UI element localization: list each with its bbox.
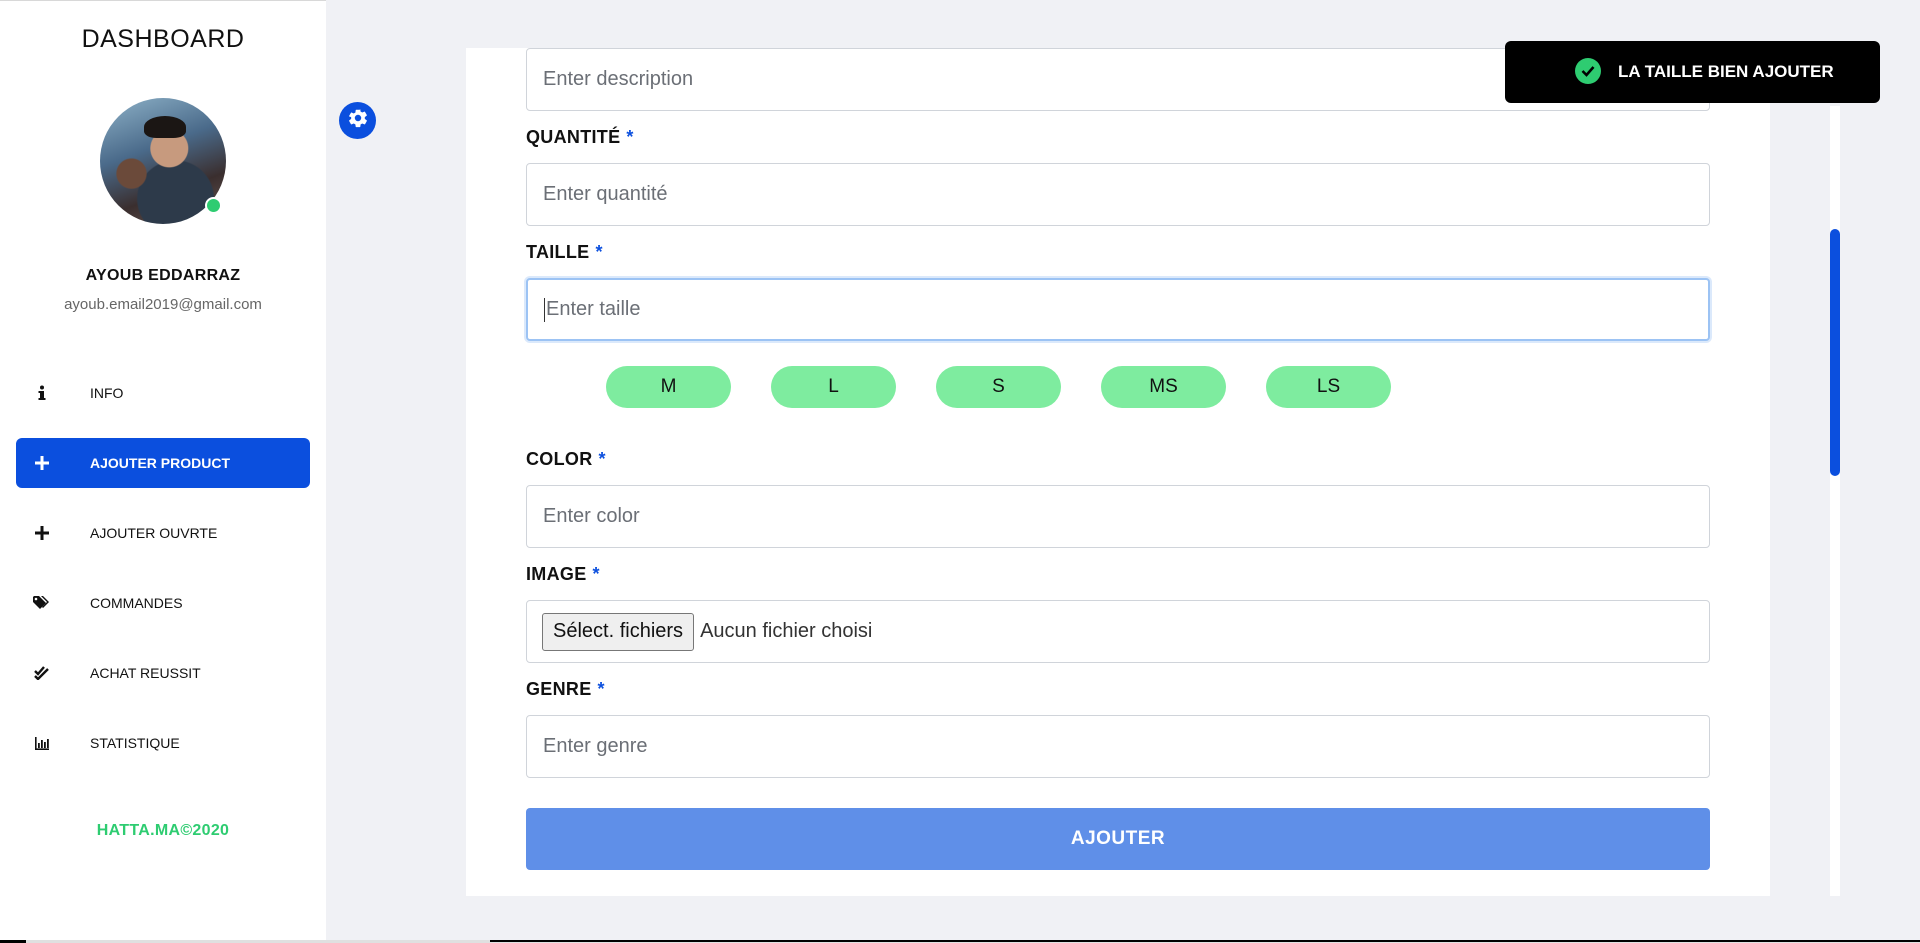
size-chip-l[interactable]: L — [771, 366, 896, 408]
required-mark: * — [598, 448, 606, 469]
size-chip-m[interactable]: M — [606, 366, 731, 408]
size-chips: M L S MS LS — [526, 341, 1710, 433]
required-mark: * — [592, 563, 600, 584]
scrollbar-track[interactable] — [1830, 106, 1840, 896]
sidebar: DASHBOARD AYOUB EDDARRAZ ayoub.email2019… — [0, 0, 326, 943]
taille-label: TAILLE * — [526, 241, 603, 262]
user-email: ayoub.email2019@gmail.com — [64, 296, 262, 313]
user-name: AYOUB EDDARRAZ — [85, 267, 241, 284]
gear-icon — [347, 107, 369, 134]
product-form: Enter description QUANTITÉ * Enter quanti… — [526, 48, 1710, 870]
taille-placeholder: Enter taille — [546, 298, 641, 320]
select-files-button[interactable]: Sélect. fichiers — [542, 612, 695, 651]
size-chip-ms[interactable]: MS — [1101, 366, 1226, 408]
toast-message: LA TAILLE BIEN AJOUTER — [1618, 62, 1834, 81]
required-mark: * — [597, 678, 605, 699]
avatar — [100, 98, 226, 224]
size-chip-ls[interactable]: LS — [1266, 366, 1391, 408]
image-file-input: Sélect. fichiers Aucun fichier choisi — [526, 600, 1710, 663]
description-placeholder: Enter description — [543, 68, 694, 90]
sidebar-item-commandes[interactable]: COMMANDES — [16, 578, 310, 628]
genre-label: GENRE * — [526, 678, 605, 699]
sidebar-item-label: COMMANDES — [90, 595, 183, 611]
file-status: Aucun fichier choisi — [700, 620, 873, 642]
image-label: IMAGE * — [526, 563, 600, 584]
tags-icon — [32, 596, 52, 610]
ajouter-button[interactable]: AJOUTER — [526, 808, 1710, 870]
quantite-input[interactable]: Enter quantité — [526, 163, 1710, 226]
required-mark: * — [595, 241, 603, 262]
dashboard-title: DASHBOARD — [81, 25, 245, 53]
sidebar-item-label: AJOUTER PRODUCT — [90, 455, 231, 471]
sidebar-item-ajouter-product[interactable]: AJOUTER PRODUCT — [16, 438, 310, 488]
size-chip-s[interactable]: S — [936, 366, 1061, 408]
footer-copyright: HATTA.MA©2020 — [96, 822, 230, 839]
plus-icon — [32, 456, 52, 470]
sidebar-item-label: INFO — [90, 385, 124, 401]
double-check-icon — [32, 666, 52, 680]
sidebar-nav: INFO AJOUTER PRODUCT AJOUTER OUVRTE COMM… — [16, 368, 310, 788]
sidebar-item-statistique[interactable]: STATISTIQUE — [16, 718, 310, 768]
quantite-label: QUANTITÉ * — [526, 126, 634, 147]
plus-icon — [32, 526, 52, 540]
quantite-placeholder: Enter quantité — [543, 183, 668, 205]
sidebar-item-ajouter-ouvrte[interactable]: AJOUTER OUVRTE — [16, 508, 310, 558]
genre-placeholder: Enter genre — [543, 735, 648, 757]
sidebar-item-label: AJOUTER OUVRTE — [90, 525, 218, 541]
scrollbar-thumb[interactable] — [1830, 229, 1840, 476]
genre-input[interactable]: Enter genre — [526, 715, 1710, 778]
sidebar-item-info[interactable]: INFO — [16, 368, 310, 418]
check-circle-icon — [1575, 58, 1601, 84]
taille-input[interactable]: Enter taille — [526, 278, 1710, 341]
chart-icon — [32, 736, 52, 750]
product-form-card: Enter description QUANTITÉ * Enter quanti… — [466, 48, 1770, 896]
required-mark: * — [626, 126, 634, 147]
color-placeholder: Enter color — [543, 505, 640, 527]
color-input[interactable]: Enter color — [526, 485, 1710, 548]
color-label: COLOR * — [526, 448, 606, 469]
sidebar-item-achat-reussit[interactable]: ACHAT REUSSIT — [16, 648, 310, 698]
success-toast[interactable]: LA TAILLE BIEN AJOUTER — [1505, 41, 1880, 103]
sidebar-item-label: STATISTIQUE — [90, 735, 180, 751]
sidebar-item-label: ACHAT REUSSIT — [90, 665, 201, 681]
text-caret — [544, 297, 545, 322]
online-status-dot — [205, 197, 222, 214]
info-icon — [32, 385, 52, 401]
settings-button[interactable] — [339, 102, 376, 139]
